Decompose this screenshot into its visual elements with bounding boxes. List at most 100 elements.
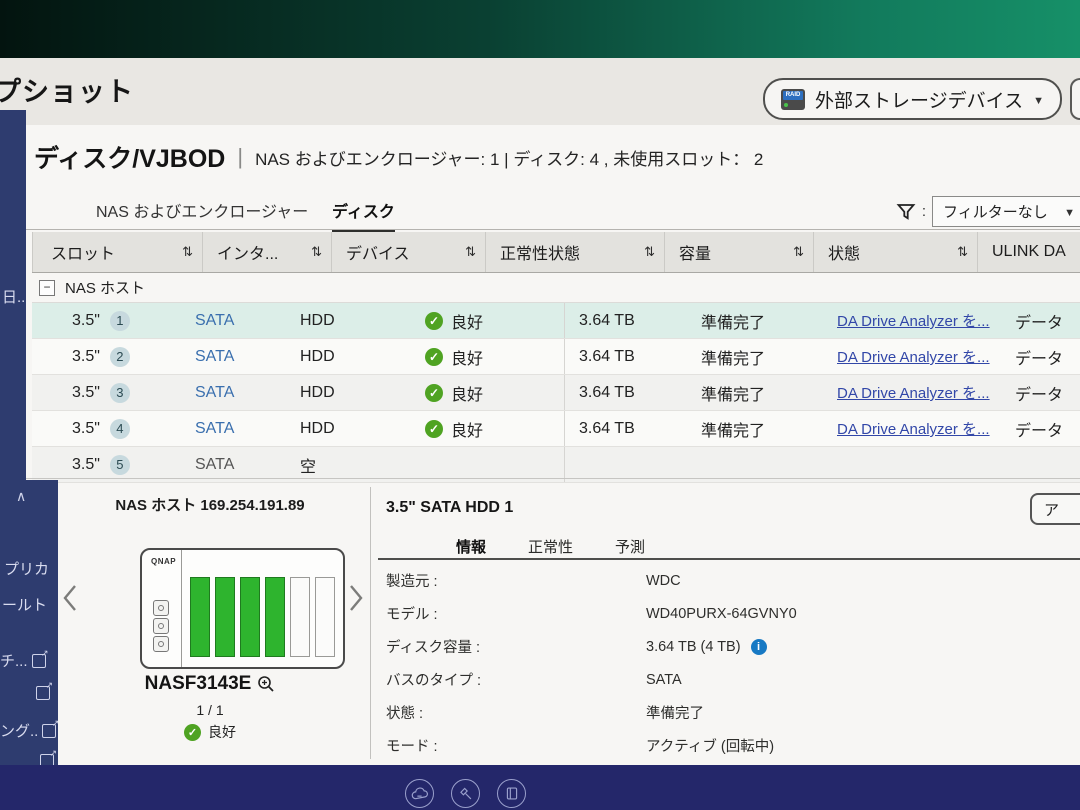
drive-bay-occupied[interactable] xyxy=(265,577,285,657)
drive-bay-empty[interactable] xyxy=(290,577,310,657)
capacity-cell xyxy=(564,447,689,482)
device-cell: HDD xyxy=(279,384,409,402)
interface-cell: SATA xyxy=(174,456,279,474)
table-row[interactable]: 3.5"1 SATA HDD 良好 3.64 TB 準備完了 DA Drive … xyxy=(32,303,1080,339)
da-drive-analyzer-link[interactable]: DA Drive Analyzer を... xyxy=(837,346,990,367)
da-drive-analyzer-link[interactable]: DA Drive Analyzer を... xyxy=(837,382,990,403)
drive-bay-empty[interactable] xyxy=(315,577,335,657)
column-ulink-da[interactable]: ULINK DA xyxy=(977,232,1080,272)
clipped-toolbar-button[interactable] xyxy=(1070,78,1080,120)
field-status: 状態 : 準備完了 xyxy=(386,702,1074,723)
enclosure-model: NASF3143E xyxy=(145,673,252,695)
slot-number-badge: 1 xyxy=(110,311,130,331)
slot-size: 3.5" xyxy=(72,348,100,366)
field-model: モデル : WD40PURX-64GVNY0 xyxy=(386,603,1074,624)
slot-number-badge: 4 xyxy=(110,419,130,439)
device-cell: HDD xyxy=(279,348,409,366)
collapse-icon[interactable] xyxy=(39,280,55,296)
sort-icon[interactable] xyxy=(793,244,804,260)
cloud-sync-icon[interactable] xyxy=(405,779,434,808)
external-link-icon xyxy=(42,724,56,738)
desktop-wallpaper-band xyxy=(0,0,1080,58)
sidebar-item-partial[interactable] xyxy=(36,754,54,765)
manual-icon[interactable] xyxy=(497,779,526,808)
tools-icon[interactable] xyxy=(451,779,480,808)
sort-icon[interactable] xyxy=(644,244,655,260)
table-row[interactable]: 3.5"3 SATA HDD 良好 3.64 TB 準備完了 DA Drive … xyxy=(32,375,1080,411)
interface-cell: SATA xyxy=(174,348,279,366)
column-interface[interactable]: インタ... xyxy=(202,232,331,272)
raid-badge-label: RAID xyxy=(783,91,803,100)
tab-prediction[interactable]: 予測 xyxy=(615,536,645,557)
enclosure-health-label: 良好 xyxy=(208,722,236,742)
zoom-magnifier-icon[interactable] xyxy=(257,675,275,693)
filter-dropdown[interactable]: フィルターなし xyxy=(932,196,1080,227)
external-storage-button[interactable]: RAID 外部ストレージデバイス xyxy=(763,78,1062,120)
column-device[interactable]: デバイス xyxy=(331,232,485,272)
sort-icon[interactable] xyxy=(957,244,968,260)
enclosure-model-row: NASF3143E xyxy=(52,673,368,695)
tab-disks[interactable]: ディスク xyxy=(332,198,395,232)
drive-bay-occupied[interactable] xyxy=(240,577,260,657)
drive-bay-occupied[interactable] xyxy=(190,577,210,657)
table-row[interactable]: 3.5" 2 SATA HDD 良好 3.64 TB 準備完了 DA Drive … xyxy=(32,339,1080,375)
capacity-cell: 3.64 TB xyxy=(564,411,689,446)
field-manufacturer: 製造元 : WDC xyxy=(386,570,1074,591)
action-button-clipped[interactable]: ア xyxy=(1030,493,1080,525)
tab-health[interactable]: 正常性 xyxy=(528,536,573,557)
status-cell: 準備完了 xyxy=(689,381,829,405)
chevron-left-icon[interactable] xyxy=(62,583,78,613)
capacity-cell: 3.64 TB xyxy=(564,339,689,374)
column-health[interactable]: 正常性状態 xyxy=(485,232,664,272)
page-header: ディスク/VJBOD | NAS およびエンクロージャー: 1 | ディスク: … xyxy=(34,139,763,175)
sidebar-strip-upper: 日.. xyxy=(0,110,26,480)
sidebar-item-partial[interactable]: チ... xyxy=(0,650,46,671)
enclosure-health: 良好 xyxy=(52,722,368,742)
sidebar-item-partial[interactable] xyxy=(32,686,50,700)
sidebar-item-partial[interactable]: プリカ xyxy=(4,558,49,579)
sort-icon[interactable] xyxy=(311,244,322,260)
enclosure-button-icon xyxy=(153,636,169,652)
column-capacity[interactable]: 容量 xyxy=(664,232,813,272)
sidebar-item-partial[interactable]: ールト xyxy=(2,594,47,615)
status-cell: 準備完了 xyxy=(689,417,829,441)
da-drive-analyzer-link[interactable]: DA Drive Analyzer を... xyxy=(837,418,990,439)
status-cell: 準備完了 xyxy=(689,345,829,369)
tabs-underline xyxy=(26,229,1080,230)
sort-icon[interactable] xyxy=(182,244,193,260)
external-storage-label: 外部ストレージデバイス xyxy=(815,86,1023,113)
column-slot[interactable]: スロット xyxy=(32,232,202,272)
screen: プショット RAID 外部ストレージデバイス ディスク/VJBOD | NAS … xyxy=(0,0,1080,810)
field-disk-capacity: ディスク容量 : 3.64 TB (4 TB) xyxy=(386,636,1074,657)
tab-information[interactable]: 情報 xyxy=(456,536,486,557)
detail-tabs-underline xyxy=(378,558,1080,560)
filter-control: フィルターなし xyxy=(896,196,1080,227)
chevron-right-icon[interactable] xyxy=(348,583,364,613)
status-cell: 準備完了 xyxy=(689,309,829,333)
health-label: 良好 xyxy=(451,345,483,369)
app-header: プショット RAID 外部ストレージデバイス xyxy=(0,58,1080,126)
slot-number-badge: 2 xyxy=(110,347,130,367)
table-row[interactable]: 3.5"4 SATA HDD 良好 3.64 TB 準備完了 DA Drive … xyxy=(32,411,1080,447)
usage-cell: データ xyxy=(1009,417,1080,441)
capacity-info-icon[interactable] xyxy=(751,639,767,655)
da-drive-analyzer-link[interactable]: DA Drive Analyzer を... xyxy=(837,310,990,331)
chevron-down-icon xyxy=(1033,88,1044,110)
column-status[interactable]: 状態 xyxy=(813,232,977,272)
funnel-icon[interactable] xyxy=(896,202,916,222)
usage-cell: データ xyxy=(1009,381,1080,405)
drive-bay-occupied[interactable] xyxy=(215,577,235,657)
page-title: ディスク/VJBOD xyxy=(34,139,225,175)
table-header: スロット インタ... デバイス 正常性状態 容量 状態 ULINK DA 使用… xyxy=(32,232,1080,273)
sidebar-item-partial[interactable]: ング.. xyxy=(0,720,56,741)
health-ok-icon xyxy=(425,384,443,402)
chevron-up-icon[interactable] xyxy=(16,488,26,505)
slot-size: 3.5" xyxy=(72,312,100,330)
sort-icon[interactable] xyxy=(465,244,476,260)
sidebar-item-partial[interactable]: 日.. xyxy=(2,286,25,307)
tab-nas-and-enclosure[interactable]: NAS およびエンクロージャー xyxy=(96,198,308,222)
storage-snapshots-window: ディスク/VJBOD | NAS およびエンクロージャー: 1 | ディスク: … xyxy=(26,125,1080,765)
filter-value: フィルターなし xyxy=(943,201,1048,222)
sidebar-strip-lower: プリカ ールト チ... ング.. xyxy=(0,480,58,765)
health-label: 良好 xyxy=(451,309,483,333)
